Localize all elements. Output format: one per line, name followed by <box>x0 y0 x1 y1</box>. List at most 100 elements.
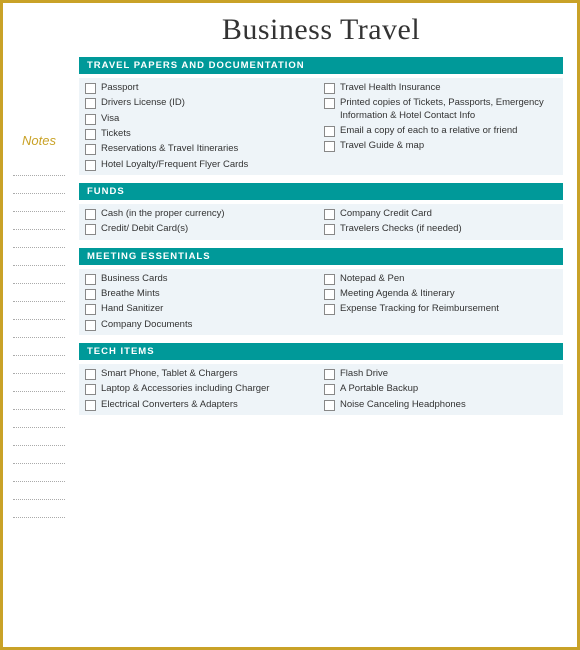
checkbox[interactable] <box>85 304 96 315</box>
list-item: Cash (in the proper currency) <box>85 208 318 220</box>
list-item: Notepad & Pen <box>324 273 557 285</box>
list-item: Electrical Converters & Adapters <box>85 399 318 411</box>
item-text: Credit/ Debit Card(s) <box>101 223 318 235</box>
checkbox[interactable] <box>324 83 335 94</box>
col-right-tech-items: Flash DriveA Portable BackupNoise Cancel… <box>324 368 557 411</box>
list-item: Breathe Mints <box>85 288 318 300</box>
col-left-tech-items: Smart Phone, Tablet & Chargers Laptop & A… <box>85 368 318 411</box>
checkbox[interactable] <box>85 320 96 331</box>
col-right-meeting-essentials: Notepad & Pen Meeting Agenda & Itinerary E… <box>324 273 557 331</box>
checkbox[interactable] <box>324 369 335 380</box>
note-line <box>13 464 65 482</box>
section-tech-items: TECH ITEMS Smart Phone, Tablet & Chargers… <box>79 343 563 415</box>
note-line <box>13 338 65 356</box>
checkbox[interactable] <box>324 224 335 235</box>
section-travel-papers: TRAVEL PAPERS AND DOCUMENTATIONPassportD… <box>79 57 563 175</box>
list-item: Credit/ Debit Card(s) <box>85 223 318 235</box>
checkbox[interactable] <box>324 384 335 395</box>
list-item: Company Credit Card <box>324 208 557 220</box>
list-item: Drivers License (ID) <box>85 97 318 109</box>
col-left-meeting-essentials: Business Cards Breathe Mints Hand Sanitize… <box>85 273 318 331</box>
section-body-meeting-essentials: Business Cards Breathe Mints Hand Sanitize… <box>79 269 563 335</box>
note-line <box>13 302 65 320</box>
note-line <box>13 176 65 194</box>
note-line <box>13 158 65 176</box>
checkbox[interactable] <box>85 83 96 94</box>
item-text: Expense Tracking for Reimbursement <box>340 303 557 315</box>
item-text: Travel Guide & map <box>340 140 557 152</box>
item-text: Cash (in the proper currency) <box>101 208 318 220</box>
item-text: Company Documents <box>101 319 318 331</box>
note-line <box>13 320 65 338</box>
list-item: Smart Phone, Tablet & Chargers <box>85 368 318 380</box>
list-item: Reservations & Travel Itineraries <box>85 143 318 155</box>
sections-container: TRAVEL PAPERS AND DOCUMENTATIONPassportD… <box>79 57 563 415</box>
item-text: Drivers License (ID) <box>101 97 318 109</box>
item-text: Electrical Converters & Adapters <box>101 399 318 411</box>
list-item: Printed copies of Tickets, Passports, Em… <box>324 97 557 122</box>
checkbox[interactable] <box>324 141 335 152</box>
item-text: Business Cards <box>101 273 318 285</box>
checkbox[interactable] <box>85 369 96 380</box>
list-item: Company Documents <box>85 319 318 331</box>
page-title: Business Travel <box>79 13 563 47</box>
item-text: Hand Sanitizer <box>101 303 318 315</box>
checkbox[interactable] <box>85 274 96 285</box>
item-text: Notepad & Pen <box>340 273 557 285</box>
item-text: Printed copies of Tickets, Passports, Em… <box>340 97 557 122</box>
note-line <box>13 356 65 374</box>
note-line <box>13 248 65 266</box>
checkbox[interactable] <box>324 274 335 285</box>
checkbox[interactable] <box>324 209 335 220</box>
checkbox[interactable] <box>85 144 96 155</box>
note-line <box>13 194 65 212</box>
checkbox[interactable] <box>324 289 335 300</box>
note-line <box>13 446 65 464</box>
checkbox[interactable] <box>85 209 96 220</box>
checkbox[interactable] <box>85 160 96 171</box>
item-text: Passport <box>101 82 318 94</box>
section-header-tech-items: TECH ITEMS <box>79 343 563 360</box>
checkbox[interactable] <box>85 224 96 235</box>
note-line <box>13 230 65 248</box>
note-line <box>13 500 65 518</box>
list-item: Travel Guide & map <box>324 140 557 152</box>
note-line <box>13 266 65 284</box>
checkbox[interactable] <box>324 400 335 411</box>
note-lines <box>13 158 65 518</box>
checkbox[interactable] <box>324 126 335 137</box>
note-line <box>13 428 65 446</box>
checkbox[interactable] <box>85 98 96 109</box>
checkbox[interactable] <box>85 114 96 125</box>
note-line <box>13 392 65 410</box>
list-item: Meeting Agenda & Itinerary <box>324 288 557 300</box>
list-item: Hotel Loyalty/Frequent Flyer Cards <box>85 159 318 171</box>
checkbox[interactable] <box>85 289 96 300</box>
item-text: Smart Phone, Tablet & Chargers <box>101 368 318 380</box>
item-text: Travel Health Insurance <box>340 82 557 94</box>
checkbox[interactable] <box>85 384 96 395</box>
section-body-tech-items: Smart Phone, Tablet & Chargers Laptop & A… <box>79 364 563 415</box>
list-item: A Portable Backup <box>324 383 557 395</box>
col-left-travel-papers: Passport Drivers License (ID) Visa Tickets R… <box>85 82 318 171</box>
checkbox[interactable] <box>324 304 335 315</box>
checkbox[interactable] <box>85 129 96 140</box>
list-item: Laptop & Accessories including Charger <box>85 383 318 395</box>
item-text: Visa <box>101 113 318 125</box>
list-item: Business Cards <box>85 273 318 285</box>
list-item: Flash Drive <box>324 368 557 380</box>
section-funds: FUNDS Cash (in the proper currency) Credit… <box>79 183 563 240</box>
section-body-travel-papers: Passport Drivers License (ID) Visa Tickets R… <box>79 78 563 175</box>
list-item: Tickets <box>85 128 318 140</box>
item-text: Company Credit Card <box>340 208 557 220</box>
item-text: Tickets <box>101 128 318 140</box>
section-header-funds: FUNDS <box>79 183 563 200</box>
page: Notes Business Travel TRAVEL PAPERS AND … <box>3 3 577 647</box>
item-text: Meeting Agenda & Itinerary <box>340 288 557 300</box>
checkbox[interactable] <box>85 400 96 411</box>
item-text: Email a copy of each to a relative or fr… <box>340 125 557 137</box>
list-item: Expense Tracking for Reimbursement <box>324 303 557 315</box>
notes-label: Notes <box>22 133 56 148</box>
col-left-funds: Cash (in the proper currency) Credit/ Deb… <box>85 208 318 236</box>
checkbox[interactable] <box>324 98 335 109</box>
